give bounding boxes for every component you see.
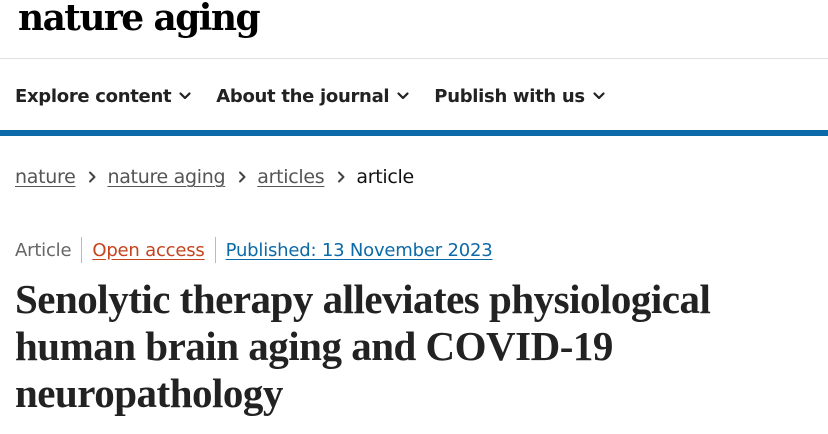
breadcrumb-current: article xyxy=(356,166,414,188)
article-meta: Article Open access Published: 13 Novemb… xyxy=(15,236,493,264)
open-access-link[interactable]: Open access xyxy=(92,240,204,261)
chevron-right-icon xyxy=(239,171,246,183)
meta-divider xyxy=(214,237,216,263)
meta-divider xyxy=(81,237,83,263)
chevron-down-icon xyxy=(179,92,191,100)
breadcrumb: nature nature aging articles article xyxy=(15,163,414,191)
main-nav: Explore content About the journal Publis… xyxy=(15,82,606,110)
chevron-right-icon xyxy=(89,171,96,183)
article-type: Article xyxy=(15,239,72,261)
nav-about-the-journal[interactable]: About the journal xyxy=(216,86,410,107)
nav-about-the-journal-label: About the journal xyxy=(216,85,390,107)
breadcrumb-link-nature[interactable]: nature xyxy=(15,166,76,188)
nav-explore-content-label: Explore content xyxy=(15,85,172,107)
nav-accent-bar xyxy=(0,130,828,136)
breadcrumb-link-articles[interactable]: articles xyxy=(257,166,324,188)
chevron-right-icon xyxy=(338,171,345,183)
nav-publish-with-us-label: Publish with us xyxy=(434,85,585,107)
nav-explore-content[interactable]: Explore content xyxy=(15,86,192,107)
nav-publish-with-us[interactable]: Publish with us xyxy=(434,86,606,107)
breadcrumb-link-nature-aging[interactable]: nature aging xyxy=(107,166,225,188)
header-divider xyxy=(0,58,828,59)
chevron-down-icon xyxy=(397,92,409,100)
chevron-down-icon xyxy=(593,92,605,100)
article-title: Senolytic therapy alleviates physiologic… xyxy=(15,276,711,416)
published-date-link[interactable]: Published: 13 November 2023 xyxy=(226,240,493,261)
journal-logo[interactable]: nature aging xyxy=(18,0,261,41)
page: nature aging Explore content About the j… xyxy=(0,0,828,434)
